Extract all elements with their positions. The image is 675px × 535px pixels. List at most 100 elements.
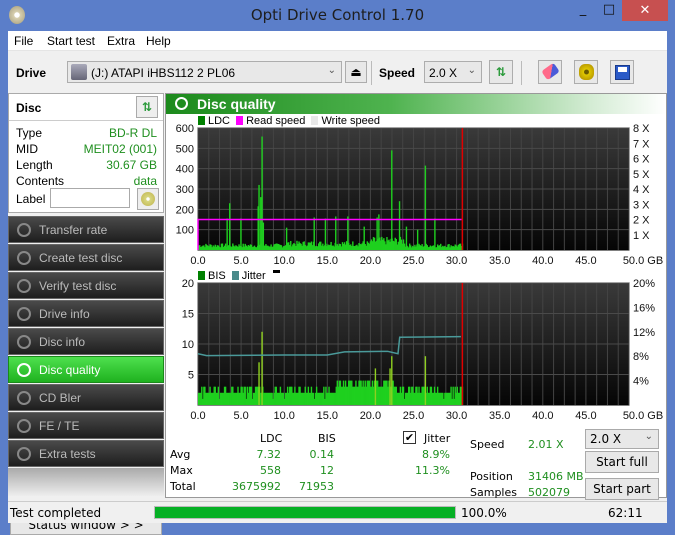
max-ldc: 558 <box>260 464 281 477</box>
refresh-button[interactable]: ⇅ <box>489 60 513 84</box>
left-panel: Disc ⇅ Type BD-R DL MID MEIT02 (001) Len… <box>8 93 164 535</box>
position-value: 31406 MB <box>528 470 584 483</box>
save-button[interactable] <box>610 60 634 84</box>
y2-tick-label: 16% <box>633 302 655 314</box>
y2-tick-label: 7 X <box>633 138 650 150</box>
ldc-peak-bar <box>376 217 378 250</box>
x-tick-label: 25.0 <box>403 255 424 267</box>
maximize-button[interactable]: □ <box>596 2 622 23</box>
menu-bar: File Start test Extra Help <box>8 31 667 51</box>
ldc-peak-bar <box>240 218 242 250</box>
disc-label-button[interactable] <box>137 188 159 210</box>
nav-verify-test-disc[interactable]: Verify test disc <box>8 272 164 299</box>
nav-disc-info[interactable]: Disc info <box>8 328 164 355</box>
status-bar: Test completed 100.0% 62:11 <box>8 501 667 523</box>
x-tick-label: 35.0 <box>489 410 510 422</box>
nav-create-test-disc[interactable]: Create test disc <box>8 244 164 271</box>
ldc-peak-bar <box>416 229 419 250</box>
settings-button[interactable] <box>574 60 598 84</box>
samples-value: 502079 <box>528 486 570 499</box>
y-tick-label: 600 <box>176 124 194 135</box>
speed-stat-value: 2.01 X <box>528 438 564 451</box>
menu-start-test[interactable]: Start test <box>47 34 95 48</box>
bis-peak-bar <box>374 368 377 405</box>
disc-icon <box>17 307 31 321</box>
ldc-peak-bar <box>363 226 365 250</box>
drive-label: Drive <box>16 66 47 80</box>
bis-peak-bar <box>389 368 391 405</box>
disc-refresh-button[interactable]: ⇅ <box>136 96 158 118</box>
label-input[interactable] <box>50 188 130 208</box>
y2-tick-label: 3 X <box>633 199 650 211</box>
y-tick-label: 5 <box>188 370 194 382</box>
erase-button[interactable] <box>538 60 562 84</box>
speed-label: Speed <box>379 66 416 80</box>
nav-label: Disc info <box>39 335 86 349</box>
prop-mid-label: MID <box>16 142 38 156</box>
save-icon <box>615 65 630 80</box>
nav-cd-bler[interactable]: CD Bler <box>8 384 164 411</box>
eject-icon: ⏏ <box>350 65 362 79</box>
y-tick-label: 400 <box>176 164 194 176</box>
jitter-label: Jitter <box>424 432 451 445</box>
prop-length-label: Length <box>16 158 53 172</box>
menu-help[interactable]: Help <box>146 34 171 48</box>
disc-icon <box>17 363 31 377</box>
menu-extra[interactable]: Extra <box>107 34 135 48</box>
drive-select[interactable]: (J:) ATAPI iHBS112 2 PL06 ⌄ <box>67 61 342 83</box>
samples-label: Samples <box>470 486 517 499</box>
row-total-label: Total <box>170 480 196 493</box>
nav-disc-quality[interactable]: Disc quality <box>8 356 164 383</box>
ldc-peak-bar <box>261 136 263 250</box>
y2-tick-label: 20% <box>633 279 655 290</box>
disc-header: Disc ⇅ <box>9 94 163 121</box>
title-bar: Opti Drive Control 1.70 _ □ ✕ <box>0 0 675 31</box>
refresh-icon: ⇅ <box>495 65 507 79</box>
y2-tick-label: 6 X <box>633 154 650 166</box>
nav-label: Create test disc <box>39 251 123 265</box>
x-tick-label: 50.0 GB <box>623 410 663 422</box>
bis-peak-bar <box>391 356 393 405</box>
client-area: File Start test Extra Help Drive (J:) AT… <box>8 31 667 535</box>
x-tick-label: 30.0 <box>446 410 467 422</box>
y2-tick-label: 12% <box>633 327 655 339</box>
toolbar: Drive (J:) ATAPI iHBS112 2 PL06 ⌄ ⏏ Spee… <box>8 51 667 93</box>
avg-bis: 0.14 <box>309 448 335 461</box>
y-tick-label: 500 <box>176 143 194 155</box>
label-field-label: Label <box>16 192 46 206</box>
chevron-down-icon: ⌄ <box>467 65 476 76</box>
ldc-peak-bar <box>405 226 408 250</box>
prop-mid-value: MEIT02 (001) <box>83 142 157 156</box>
jitter-checkbox[interactable]: ✔ <box>403 431 416 444</box>
ldc-peak-bar <box>347 216 349 250</box>
progress-text: 100.0% <box>461 506 507 520</box>
x-tick-label: 20.0 <box>360 255 381 267</box>
start-full-button[interactable]: Start full <box>585 451 659 473</box>
avg-jitter: 8.9% <box>422 448 450 461</box>
status-text: Test completed <box>10 506 102 520</box>
panel-header: Disc quality <box>166 94 666 114</box>
ldc-peak-bar <box>434 218 436 250</box>
speed-select[interactable]: 2.0 X ⌄ <box>424 61 482 83</box>
menu-file[interactable]: File <box>14 34 33 48</box>
nav-label: Transfer rate <box>39 223 108 237</box>
x-tick-label: 25.0 <box>403 410 424 422</box>
nav-extra-tests[interactable]: Extra tests <box>8 440 164 467</box>
erase-icon <box>541 62 560 81</box>
ldc-peak-bar <box>424 165 427 250</box>
bis-peak-bar <box>258 362 260 405</box>
close-button[interactable]: ✕ <box>622 0 668 21</box>
ldc-peak-bar <box>313 217 315 250</box>
nav-transfer-rate[interactable]: Transfer rate <box>8 216 164 243</box>
test-speed-select[interactable]: 2.0 X ⌄ <box>585 429 659 449</box>
panel-title: Disc quality <box>197 96 276 112</box>
y-tick-label: 20 <box>182 279 194 290</box>
nav-drive-info[interactable]: Drive info <box>8 300 164 327</box>
nav-fe-te[interactable]: FE / TE <box>8 412 164 439</box>
start-part-button[interactable]: Start part <box>585 478 659 500</box>
prop-type-label: Type <box>16 126 43 140</box>
minimize-button[interactable]: _ <box>570 2 596 23</box>
eject-button[interactable]: ⏏ <box>345 61 367 83</box>
bis-peak-bar <box>261 331 263 405</box>
bis-peak-bar <box>424 356 427 405</box>
